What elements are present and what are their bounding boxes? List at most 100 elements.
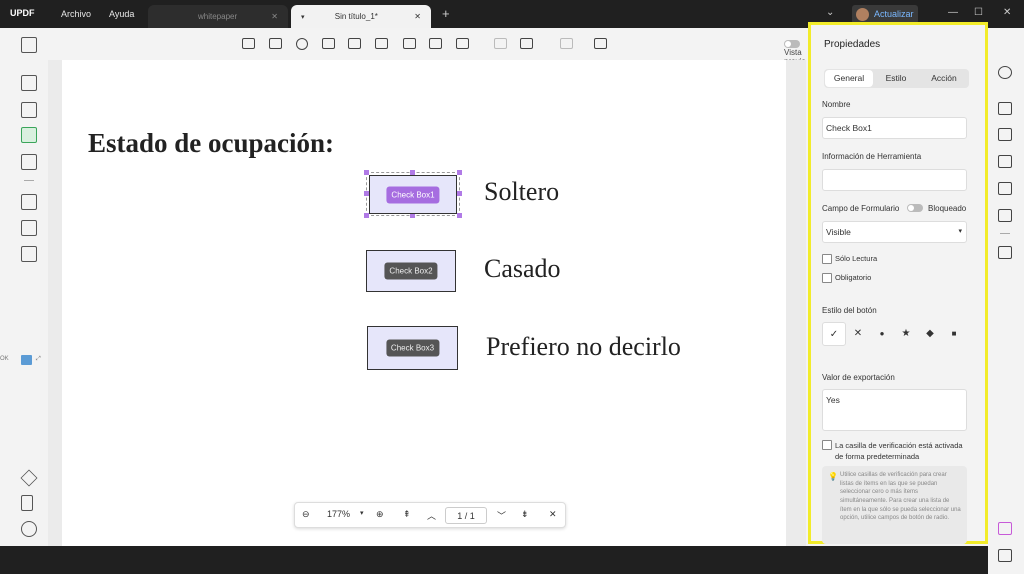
toggle-switch[interactable] xyxy=(784,39,800,48)
close-zoom-bar-icon[interactable]: ✕ xyxy=(549,509,557,520)
save-icon[interactable] xyxy=(998,246,1012,259)
style-diamond-icon[interactable]: ◆ xyxy=(918,322,942,346)
search-icon[interactable] xyxy=(998,66,1012,79)
tab-whitepaper[interactable]: whitepaper ✕ xyxy=(148,5,288,28)
style-check-icon[interactable]: ✓ xyxy=(822,322,846,346)
image-tool-icon[interactable] xyxy=(403,38,416,49)
tooltip-label: Información de Herramienta xyxy=(822,152,922,161)
tab-estilo[interactable]: Estilo xyxy=(872,69,920,88)
export-value-field[interactable]: Yes xyxy=(822,389,967,431)
button-tool-icon[interactable] xyxy=(375,38,388,49)
zoom-in-icon[interactable]: ⊕ xyxy=(376,509,384,520)
align-icon[interactable] xyxy=(560,38,573,49)
properties-tabs: General Estilo Acción xyxy=(824,69,969,88)
app-logo: UPDF xyxy=(10,8,35,18)
add-tab-icon[interactable]: + xyxy=(442,6,450,21)
edit-icon[interactable] xyxy=(21,102,37,118)
checkbox-field-1[interactable]: Check Box1 xyxy=(369,175,457,214)
email-icon[interactable] xyxy=(998,209,1012,222)
locked-toggle[interactable] xyxy=(907,204,923,212)
layers-icon[interactable] xyxy=(20,469,38,487)
tab-general[interactable]: General xyxy=(825,70,873,87)
protect-icon[interactable] xyxy=(998,155,1012,168)
name-label: Nombre xyxy=(822,100,851,109)
prev-page-icon[interactable]: ︿ xyxy=(427,509,436,522)
form-field-label: Campo de Formulario xyxy=(822,204,900,213)
style-star-icon[interactable]: ★ xyxy=(894,322,918,346)
text-field-icon[interactable] xyxy=(242,38,255,49)
tab-accion[interactable]: Acción xyxy=(920,69,968,88)
attachment-icon[interactable] xyxy=(21,521,37,537)
required-checkbox[interactable]: Obligatorio xyxy=(822,273,871,283)
bookmark-icon[interactable] xyxy=(21,495,33,511)
page-number-input[interactable]: 1 / 1 xyxy=(445,507,487,524)
export-label: Valor de exportación xyxy=(822,373,895,382)
option-label-2: Casado xyxy=(484,254,561,283)
divider xyxy=(24,180,34,181)
visibility-select[interactable]: Visible ▾ xyxy=(822,221,967,243)
style-circle-icon[interactable]: ● xyxy=(870,322,894,346)
close-window-icon[interactable]: ✕ xyxy=(1003,7,1011,18)
default-checked-checkbox[interactable]: La casilla de verificación está activada… xyxy=(822,440,970,463)
expand-icon[interactable]: ⤢ xyxy=(36,356,41,363)
checkbox-tool-icon[interactable] xyxy=(269,38,282,49)
ocr-icon[interactable] xyxy=(998,102,1012,115)
resize-handle[interactable] xyxy=(457,170,462,175)
resize-handle[interactable] xyxy=(457,213,462,218)
next-page-icon[interactable]: ﹀ xyxy=(497,509,506,522)
right-toolbar xyxy=(988,56,1024,574)
thumbnail-icon[interactable] xyxy=(21,37,37,53)
left-edge-tag: OK xyxy=(0,356,9,362)
crop-icon[interactable] xyxy=(21,220,37,236)
checkbox-field-3[interactable]: Check Box3 xyxy=(367,326,458,370)
document-canvas[interactable]: Estado de ocupación: Check Box1 Soltero … xyxy=(48,60,806,546)
page-heading: Estado de ocupación: xyxy=(88,128,335,158)
chevron-down-icon[interactable]: ⌄ xyxy=(826,7,834,18)
avatar xyxy=(856,8,869,21)
first-page-icon[interactable]: ⇞ xyxy=(403,509,411,520)
signature-tool-icon[interactable] xyxy=(456,38,469,49)
readonly-checkbox[interactable]: Sólo Lectura xyxy=(822,254,877,264)
date-tool-icon[interactable] xyxy=(429,38,442,49)
tab-sin-titulo[interactable]: ▾ Sin título_1* ✕ xyxy=(291,5,431,28)
translate-icon[interactable] xyxy=(21,355,32,365)
copy-icon[interactable] xyxy=(494,38,507,49)
zoom-level[interactable]: 177% xyxy=(327,509,350,519)
tools-icon[interactable] xyxy=(21,246,37,262)
dropdown-tool-icon[interactable] xyxy=(322,38,335,49)
menu-ayuda[interactable]: Ayuda xyxy=(109,9,134,19)
tab-menu-icon[interactable]: ▾ xyxy=(301,14,305,21)
tooltip-field[interactable] xyxy=(822,169,967,191)
zoom-out-icon[interactable]: ⊖ xyxy=(302,509,310,520)
zoom-bar: ⊖ 177% ▾ ⊕ ⇞ ︿ 1 / 1 ﹀ ⇟ ✕ xyxy=(294,502,566,528)
chevron-down-icon: ▾ xyxy=(958,228,962,235)
visibility-value: Visible xyxy=(826,227,851,237)
radio-tool-icon[interactable] xyxy=(296,38,308,50)
style-square-icon[interactable]: ■ xyxy=(942,322,966,346)
share-icon[interactable] xyxy=(998,182,1012,195)
name-field[interactable]: Check Box1 xyxy=(822,117,967,139)
resize-handle[interactable] xyxy=(457,191,462,196)
list-box-icon[interactable] xyxy=(348,38,361,49)
form-tools-icon[interactable] xyxy=(594,38,607,49)
close-tab-icon[interactable]: ✕ xyxy=(271,5,278,28)
ai-assistant-icon[interactable] xyxy=(998,522,1012,535)
organize-icon[interactable] xyxy=(21,194,37,210)
minimize-icon[interactable]: — xyxy=(948,7,958,18)
checkbox-field-2[interactable]: Check Box2 xyxy=(366,250,456,292)
close-tab-icon[interactable]: ✕ xyxy=(414,5,421,28)
last-page-icon[interactable]: ⇟ xyxy=(521,509,529,520)
menu-archivo[interactable]: Archivo xyxy=(61,9,91,19)
comments-panel-icon[interactable] xyxy=(998,549,1012,562)
comment-icon[interactable] xyxy=(21,75,37,91)
fill-sign-icon[interactable] xyxy=(21,154,37,170)
field-name-tag: Check Box2 xyxy=(384,262,438,280)
help-note: 💡 Utilice casillas de verificación para … xyxy=(822,466,967,544)
form-icon[interactable] xyxy=(21,127,37,143)
convert-icon[interactable] xyxy=(998,128,1012,141)
maximize-icon[interactable]: ☐ xyxy=(974,7,983,18)
zoom-dropdown-icon[interactable]: ▾ xyxy=(360,509,364,517)
grid-icon[interactable] xyxy=(520,38,533,49)
style-cross-icon[interactable]: ✕ xyxy=(846,322,870,346)
lightbulb-icon: 💡 xyxy=(828,472,838,481)
